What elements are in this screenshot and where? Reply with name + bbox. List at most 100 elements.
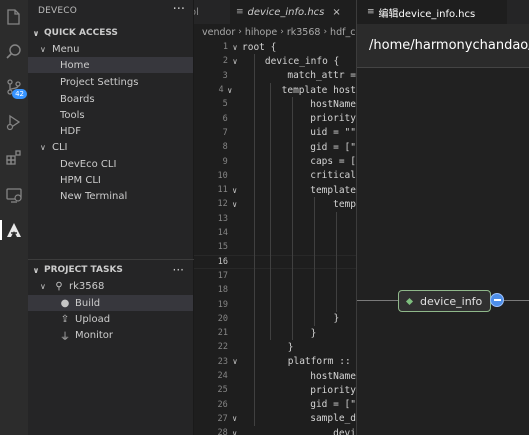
code-line[interactable]: 23 ∨ platform ::	[194, 355, 356, 369]
fold-chevron-icon[interactable]: ∨	[228, 200, 242, 209]
chevron-down-icon: ∨	[40, 142, 46, 152]
code-line[interactable]: 11 ∨ template	[194, 183, 356, 197]
menu-item-hdf[interactable]: HDF	[28, 123, 193, 139]
file-path-header: /home/harmonychandao/Dev	[357, 24, 529, 68]
breadcrumb-item[interactable]: rk3568	[287, 27, 321, 38]
code-line[interactable]: 25 priority	[194, 383, 356, 397]
code-line[interactable]: 12 ∨ temp	[194, 197, 356, 211]
fold-chevron-icon[interactable]: ∨	[228, 43, 242, 52]
menu-item-project-settings[interactable]: Project Settings	[28, 74, 193, 90]
code-line[interactable]: 15	[194, 240, 356, 254]
code-text: platform ::	[242, 356, 351, 368]
cli-item-new-terminal[interactable]: New Terminal	[28, 188, 193, 204]
fold-chevron-icon[interactable]: ∨	[228, 357, 242, 366]
code-line[interactable]: 4 ∨ template host	[194, 83, 356, 97]
project-tasks-header[interactable]: ∨ PROJECT TASKS ···	[28, 262, 194, 278]
code-line[interactable]: 19	[194, 297, 356, 311]
fold-chevron-icon[interactable]: ∨	[228, 57, 242, 66]
file-icon: ≡	[367, 7, 375, 17]
code-text: caps = [	[241, 156, 356, 168]
cli-item-hpm-cli[interactable]: HPM CLI	[28, 172, 193, 188]
task-upload[interactable]: ⇪ Upload	[28, 311, 193, 327]
code-line[interactable]: 9 caps = [	[194, 154, 356, 168]
code-line[interactable]: 18	[194, 283, 356, 297]
plug-icon: ⏚	[60, 331, 70, 343]
line-number: 4	[218, 85, 224, 96]
close-icon[interactable]: ×	[332, 7, 340, 18]
code-line[interactable]: 27 ∨ sample_d	[194, 412, 356, 426]
graph-canvas[interactable]	[357, 24, 529, 435]
file-icon: ≡	[236, 7, 244, 17]
code-text: template	[241, 184, 356, 196]
code-line[interactable]: 28 ∨ devi	[194, 426, 356, 435]
sidebar-title: DEVECO	[38, 6, 78, 16]
project-rk3568[interactable]: ∨ ⚲ rk3568	[28, 278, 193, 294]
fold-chevron-icon[interactable]: ∨	[228, 186, 242, 195]
code-text: temp	[241, 198, 356, 210]
code-line[interactable]: 8 gid = ["	[194, 140, 356, 154]
code-text: gid = ["	[241, 399, 356, 411]
upload-icon: ⇪	[60, 313, 70, 325]
code-line[interactable]: 1 ∨ root {	[194, 40, 356, 54]
extensions-icon[interactable]	[0, 142, 28, 172]
run-debug-icon[interactable]	[0, 107, 28, 137]
fold-chevron-icon[interactable]: ∨	[228, 429, 242, 435]
breadcrumb-item[interactable]: hihope	[245, 27, 277, 38]
code-line[interactable]: 24 hostName	[194, 369, 356, 383]
menu-item-tools[interactable]: Tools	[28, 107, 193, 123]
menu-item-home[interactable]: Home	[28, 57, 193, 73]
code-line[interactable]: 16	[194, 254, 356, 269]
source-control-icon[interactable]: 42	[0, 72, 28, 102]
task-monitor[interactable]: ⏚ Monitor	[28, 327, 193, 343]
code-line[interactable]: 13	[194, 212, 356, 226]
indent-guide	[314, 197, 315, 326]
chevron-down-icon: ∨	[32, 265, 40, 275]
code-line[interactable]: 17	[194, 269, 356, 283]
menu-item-boards[interactable]: Boards	[28, 91, 193, 107]
section-divider	[28, 259, 194, 260]
code-line[interactable]: 3 match_attr =	[194, 69, 356, 83]
code-line[interactable]: 21 }	[194, 326, 356, 340]
remote-explorer-icon[interactable]	[0, 180, 28, 210]
chevron-right-icon: ›	[323, 27, 328, 37]
code-text: critical	[241, 170, 356, 182]
cli-item-deveco-cli[interactable]: DevEco CLI	[28, 156, 193, 172]
code-line[interactable]: 26 gid = ["	[194, 398, 356, 412]
line-number: 18	[217, 285, 228, 296]
menu-group[interactable]: ∨ Menu	[28, 41, 193, 57]
more-actions-icon[interactable]: ···	[173, 263, 184, 277]
breadcrumb-item[interactable]: hdf_co	[330, 27, 356, 38]
fold-chevron-icon[interactable]: ∨	[224, 86, 236, 95]
tab-edit-device-info[interactable]: ≡ 编辑device_info.hcs	[357, 0, 507, 24]
code-text: priority	[241, 113, 356, 125]
code-line[interactable]: 2 ∨ device_info {	[194, 54, 356, 68]
code-text: hostName	[241, 98, 356, 110]
code-line[interactable]: 14	[194, 226, 356, 240]
chevron-down-icon: ∨	[40, 281, 46, 291]
cli-group[interactable]: ∨ CLI	[28, 139, 193, 155]
deveco-icon[interactable]	[0, 215, 28, 245]
code-line[interactable]: 5 hostName	[194, 97, 356, 111]
code-line[interactable]: 10 critical	[194, 169, 356, 183]
tab-device-info[interactable]: ≡ device_info.hcs ×	[230, 0, 356, 24]
files-icon[interactable]	[0, 2, 28, 32]
line-number: 28	[217, 428, 228, 435]
code-line[interactable]: 20 }	[194, 312, 356, 326]
line-number: 19	[217, 299, 228, 310]
code-line[interactable]: 7 uid = ""	[194, 126, 356, 140]
more-actions-icon[interactable]: ···	[173, 2, 185, 17]
device-info-node[interactable]: device_info	[398, 290, 492, 312]
line-number: 1	[222, 42, 228, 53]
collapse-node-button[interactable]	[490, 293, 504, 307]
fold-chevron-icon[interactable]: ∨	[228, 414, 242, 423]
search-icon[interactable]	[0, 37, 28, 67]
panel-tab-bar: ≡ 编辑device_info.hcs	[357, 0, 529, 24]
tab-previous[interactable]: ol	[194, 0, 230, 24]
breadcrumb-item[interactable]: vendor	[202, 27, 235, 38]
indent-guide	[292, 97, 293, 341]
task-build[interactable]: ● Build	[28, 295, 193, 311]
code-line[interactable]: 6 priority	[194, 112, 356, 126]
quick-access-header[interactable]: ∨ QUICK ACCESS	[28, 25, 194, 41]
code-text: hostName	[241, 370, 356, 382]
code-line[interactable]: 22 }	[194, 340, 356, 354]
